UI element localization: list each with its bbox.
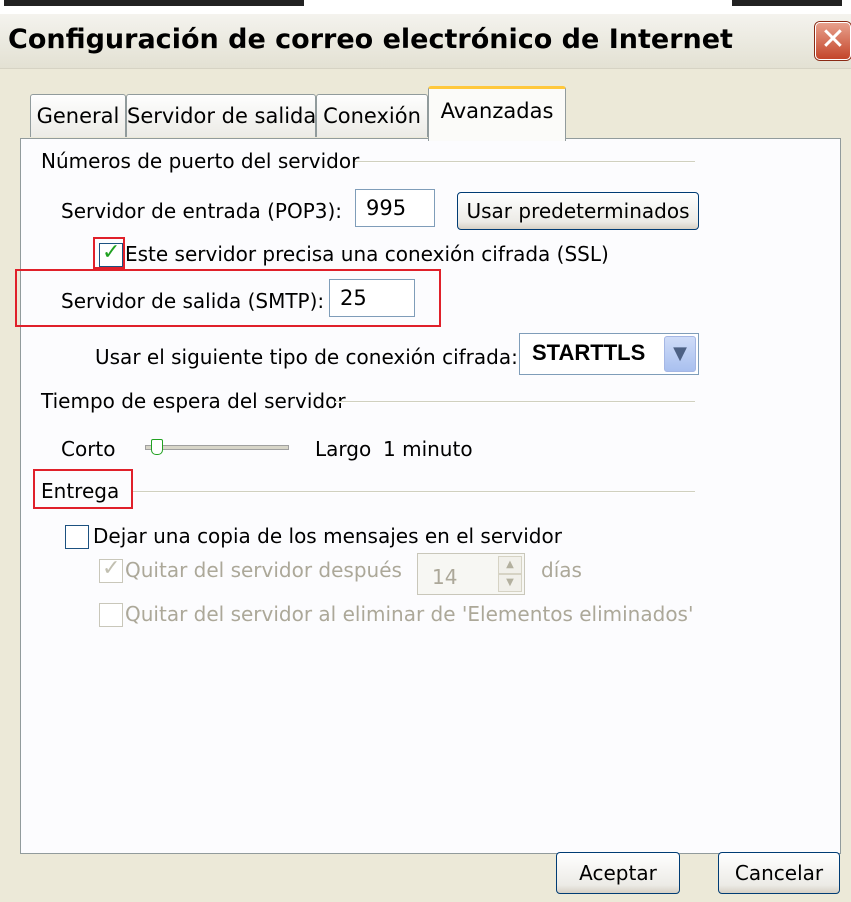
remove-on-delete-checkbox[interactable]	[99, 603, 123, 627]
timeout-group-title: Tiempo de espera del servidor	[41, 389, 346, 413]
timeout-slider-track[interactable]	[145, 445, 289, 450]
incoming-server-label: Servidor de entrada (POP3):	[61, 199, 343, 223]
leave-copy-label: Dejar una copia de los mensajes en el se…	[93, 524, 562, 548]
ssl-label: Este servidor precisa una conexión cifra…	[125, 242, 609, 266]
close-button[interactable]: ✕	[815, 22, 851, 60]
remove-after-days-value: 14	[432, 565, 458, 589]
ports-group-title: Números de puerto del servidor	[41, 149, 360, 173]
timeout-value: 1 minuto	[383, 437, 473, 461]
background-text-fragment	[4, 0, 304, 6]
spin-down-icon[interactable]: ▼	[498, 574, 522, 592]
title-bar: Configuración de correo electrónico de I…	[0, 14, 851, 69]
tab-panel-avanzadas: Números de puerto del servidor Servidor …	[15, 138, 841, 854]
incoming-port-input[interactable]: 995	[355, 189, 435, 227]
timeout-slider-thumb[interactable]	[151, 439, 163, 455]
remove-after-label: Quitar del servidor después	[125, 558, 402, 582]
annotation-highlight-ssl-checkbox	[93, 237, 125, 269]
remove-on-delete-label: Quitar del servidor al eliminar de 'Elem…	[125, 602, 694, 626]
annotation-highlight-smtp-port	[15, 269, 441, 327]
cancel-button[interactable]: Cancelar	[718, 852, 840, 894]
remove-after-days-spinner[interactable]: 14 ▲ ▼	[417, 553, 525, 595]
spin-up-icon[interactable]: ▲	[498, 556, 522, 574]
encryption-type-select[interactable]: STARTTLS ▼	[519, 333, 699, 375]
chevron-down-icon[interactable]: ▼	[664, 336, 696, 372]
tab-general[interactable]: General	[30, 94, 126, 137]
tab-conexion[interactable]: Conexión	[316, 94, 428, 137]
use-defaults-button[interactable]: Usar predeterminados	[457, 192, 699, 230]
ports-group-divider	[355, 161, 695, 163]
ok-button[interactable]: Aceptar	[556, 852, 680, 894]
timeout-group-divider	[335, 401, 695, 403]
dialog-window: Configuración de correo electrónico de I…	[0, 14, 851, 902]
days-label: días	[541, 558, 582, 582]
encryption-type-label: Usar el siguiente tipo de conexión cifra…	[95, 345, 518, 369]
encryption-type-value: STARTTLS	[532, 340, 646, 365]
timeout-short-label: Corto	[61, 437, 116, 461]
tab-avanzadas[interactable]: Avanzadas	[428, 86, 566, 141]
annotation-highlight-entrega	[33, 469, 133, 509]
window-title: Configuración de correo electrónico de I…	[8, 24, 733, 55]
check-icon: ✓	[102, 556, 121, 581]
tab-servidor-de-salida[interactable]: Servidor de salida	[126, 94, 316, 137]
remove-after-checkbox[interactable]: ✓	[99, 556, 123, 583]
delivery-group-divider	[133, 491, 695, 493]
leave-copy-checkbox[interactable]	[65, 525, 89, 549]
background-window-strip	[0, 0, 851, 14]
timeout-long-label: Largo	[315, 437, 372, 461]
background-text-fragment	[732, 0, 842, 6]
close-icon: ✕	[820, 22, 846, 57]
